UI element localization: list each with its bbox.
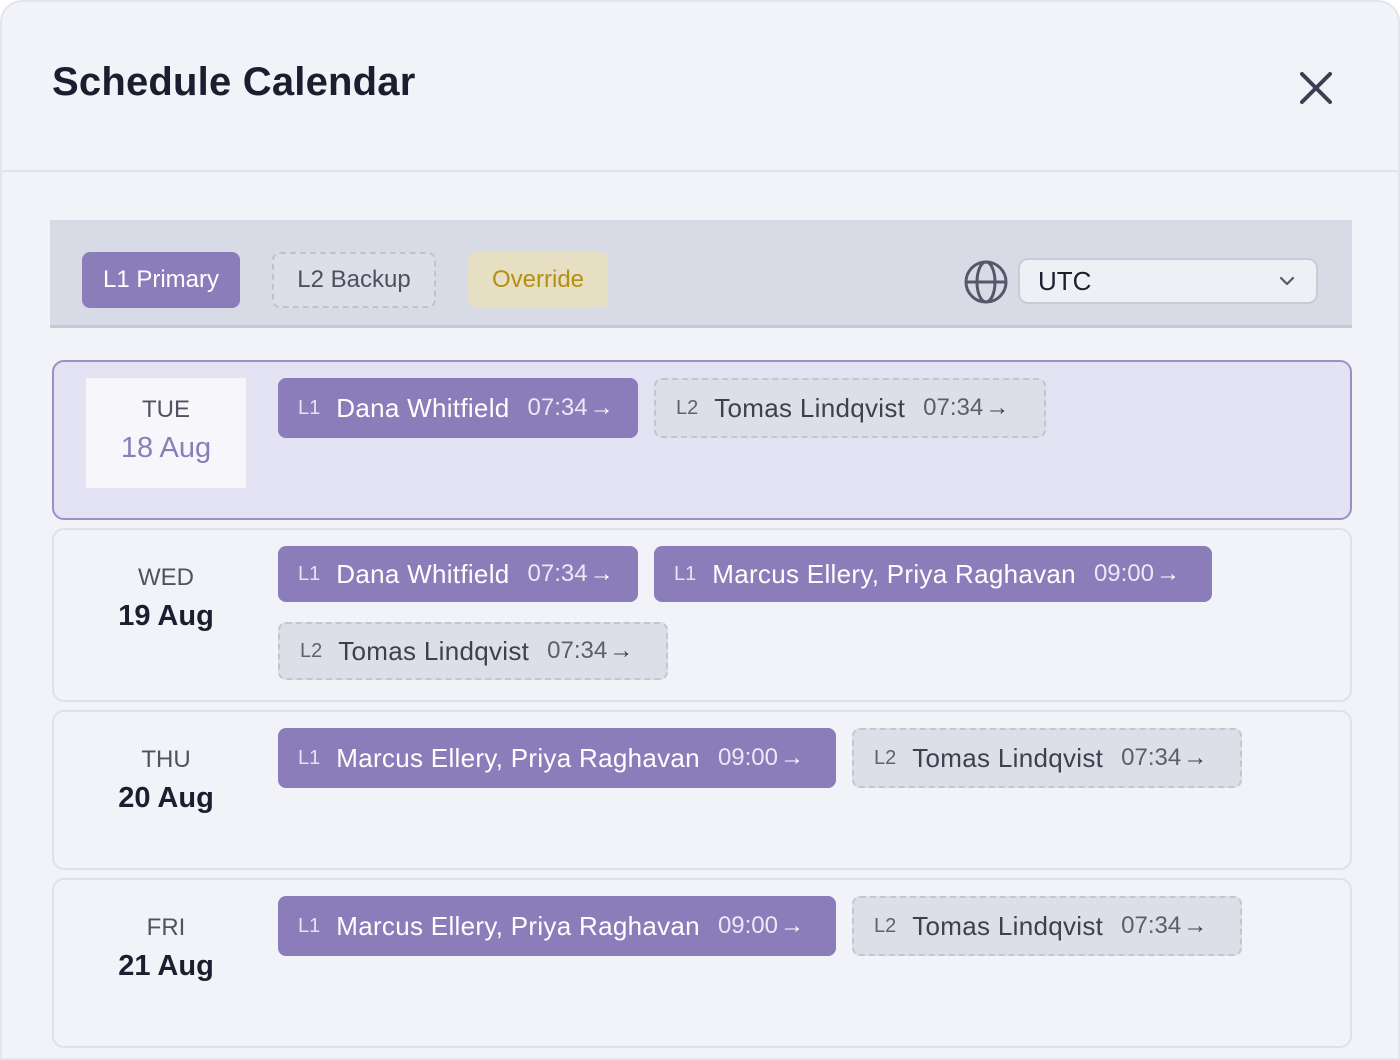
shift-start-time: 09:00 xyxy=(1093,560,1154,587)
shift-chip-l2[interactable]: L2 Tomas Lindqvist 07:34 → xyxy=(654,378,1046,438)
date-box: TUE 18 Aug xyxy=(86,378,246,488)
arrow-right-icon: → xyxy=(589,560,614,587)
shift-start-time: 07:34 xyxy=(527,394,588,421)
shift-chip-l1[interactable]: L1 Marcus Ellery, Priya Raghavan 09:00 → xyxy=(278,728,836,788)
shift-start-time: 07:34 xyxy=(923,394,984,421)
date-box: WED 19 Aug xyxy=(86,546,246,656)
shift-level: L1 xyxy=(674,562,697,585)
shift-start-time: 09:00 xyxy=(717,744,778,771)
arrow-right-icon: → xyxy=(780,744,804,771)
shift-level: L1 xyxy=(298,746,321,769)
shift-assignee: Marcus Ellery, Priya Raghavan xyxy=(336,910,700,941)
arrow-right-icon: → xyxy=(1183,744,1208,771)
arrow-right-icon: → xyxy=(589,394,614,421)
shift-chip-l2[interactable]: L2 Tomas Lindqvist 07:34 → xyxy=(852,896,1242,956)
shift-chip-l1[interactable]: L1 Marcus Ellery, Priya Raghavan 09:00 → xyxy=(654,546,1212,602)
shift-assignee: Marcus Ellery, Priya Raghavan xyxy=(712,558,1076,589)
arrow-right-icon: → xyxy=(1156,560,1180,587)
day-date: 19 Aug xyxy=(118,600,214,632)
timezone-select[interactable]: UTC xyxy=(1018,258,1318,304)
arrow-right-icon: → xyxy=(1183,912,1208,939)
calendar-toolbar: L1 Primary L2 Backup Override UTC xyxy=(50,220,1352,328)
arrow-right-icon: → xyxy=(780,912,804,939)
shift-start-time: 09:00 xyxy=(717,912,778,939)
day-of-week: THU xyxy=(141,746,191,773)
shift-chip-l2[interactable]: L2 Tomas Lindqvist 07:34 → xyxy=(852,728,1242,788)
shift-chip-l2[interactable]: L2 Tomas Lindqvist 07:34 → xyxy=(278,622,668,680)
day-date: 20 Aug xyxy=(118,782,214,814)
legend-l1-primary[interactable]: L1 Primary xyxy=(82,252,240,308)
legend-override[interactable]: Override xyxy=(468,252,608,308)
timezone-value: UTC xyxy=(1038,265,1092,296)
close-button[interactable] xyxy=(1292,64,1340,112)
day-row-wed[interactable]: WED 19 Aug L1 Dana Whitfield 07:34 → L1 … xyxy=(52,528,1352,702)
shift-assignee: Tomas Lindqvist xyxy=(912,910,1104,941)
shift-chip-l1[interactable]: L1 Dana Whitfield 07:34 → xyxy=(278,378,638,438)
shift-assignee: Dana Whitfield xyxy=(336,558,510,589)
shift-level: L2 xyxy=(874,746,897,769)
schedule-calendar-modal: Schedule Calendar L1 Primary L2 Backup O… xyxy=(0,0,1400,1060)
day-date: 21 Aug xyxy=(118,950,214,982)
shift-level: L1 xyxy=(298,562,321,585)
shift-assignee: Marcus Ellery, Priya Raghavan xyxy=(336,742,700,773)
date-box: THU 20 Aug xyxy=(86,728,246,838)
date-box: FRI 21 Aug xyxy=(86,896,246,1006)
arrow-right-icon: → xyxy=(609,637,634,664)
shift-level: L2 xyxy=(676,396,699,419)
shift-assignee: Tomas Lindqvist xyxy=(714,392,906,423)
arrow-right-icon: → xyxy=(985,394,1010,421)
day-row-thu[interactable]: THU 20 Aug L1 Marcus Ellery, Priya Ragha… xyxy=(52,710,1352,870)
modal-header: Schedule Calendar xyxy=(2,2,1398,172)
shift-level: L1 xyxy=(298,914,321,937)
shift-level: L2 xyxy=(874,914,897,937)
shift-level: L2 xyxy=(300,639,323,662)
day-of-week: TUE xyxy=(142,396,190,423)
shift-chip-l1[interactable]: L1 Marcus Ellery, Priya Raghavan 09:00 → xyxy=(278,896,836,956)
shift-start-time: 07:34 xyxy=(547,637,608,664)
day-row-fri[interactable]: FRI 21 Aug L1 Marcus Ellery, Priya Ragha… xyxy=(52,878,1352,1048)
chevron-down-icon xyxy=(1279,276,1295,286)
legend-l2-backup[interactable]: L2 Backup xyxy=(272,252,436,308)
shift-assignee: Dana Whitfield xyxy=(336,392,510,423)
modal-title: Schedule Calendar xyxy=(52,60,416,104)
shift-level: L1 xyxy=(298,396,321,419)
shift-assignee: Tomas Lindqvist xyxy=(338,635,530,666)
shift-start-time: 07:34 xyxy=(1121,744,1182,771)
day-date: 18 Aug xyxy=(120,432,212,464)
shift-assignee: Tomas Lindqvist xyxy=(912,742,1104,773)
day-of-week: FRI xyxy=(146,914,186,941)
day-of-week: WED xyxy=(138,564,194,591)
shift-start-time: 07:34 xyxy=(527,560,588,587)
close-icon xyxy=(1300,72,1332,104)
globe-icon xyxy=(964,260,1008,304)
shift-chip-l1[interactable]: L1 Dana Whitfield 07:34 → xyxy=(278,546,638,602)
day-row-tue[interactable]: TUE 18 Aug L1 Dana Whitfield 07:34 → L2 … xyxy=(52,360,1352,520)
shift-start-time: 07:34 xyxy=(1121,912,1182,939)
